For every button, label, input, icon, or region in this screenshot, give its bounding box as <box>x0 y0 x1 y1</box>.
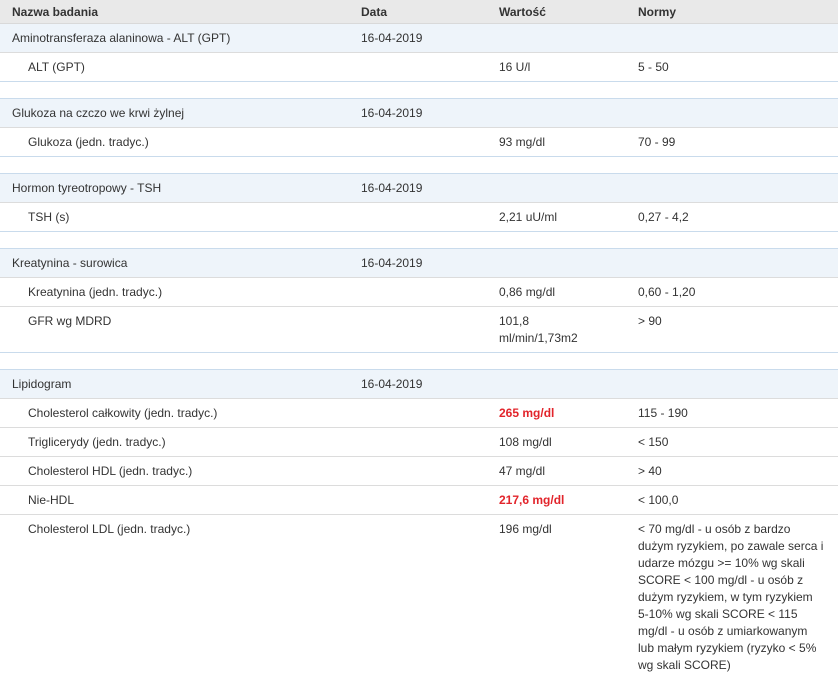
test-group-row[interactable]: Glukoza na czczo we krwi żylnej16-04-201… <box>0 99 838 128</box>
test-group-norm <box>626 370 838 399</box>
test-group-row[interactable]: Lipidogram16-04-2019 <box>0 370 838 399</box>
result-name: Cholesterol LDL (jedn. tradyc.) <box>0 515 349 679</box>
result-value: 108 mg/dl <box>487 428 626 457</box>
group-separator <box>0 157 838 174</box>
test-group-name: Hormon tyreotropowy - TSH <box>0 174 349 203</box>
col-header-norm[interactable]: Normy <box>626 0 838 24</box>
test-group-norm <box>626 174 838 203</box>
result-norm: < 100,0 <box>626 486 838 515</box>
result-date <box>349 203 487 232</box>
test-group-date: 16-04-2019 <box>349 249 487 278</box>
result-value: 101,8 ml/min/1,73m2 <box>487 307 626 353</box>
test-group-row[interactable]: Kreatynina - surowica16-04-2019 <box>0 249 838 278</box>
test-group-value <box>487 249 626 278</box>
result-row: Nie-HDL 217,6 mg/dl< 100,0 <box>0 486 838 515</box>
result-name: Cholesterol całkowity (jedn. tradyc.) <box>0 399 349 428</box>
result-name: GFR wg MDRD <box>0 307 349 353</box>
result-row: Kreatynina (jedn. tradyc.) 0,86 mg/dl0,60… <box>0 278 838 307</box>
result-value: 196 mg/dl <box>487 515 626 679</box>
result-value: 16 U/l <box>487 53 626 82</box>
group-separator <box>0 353 838 370</box>
result-date <box>349 515 487 679</box>
test-group-date: 16-04-2019 <box>349 24 487 53</box>
result-value: 47 mg/dl <box>487 457 626 486</box>
test-group-name: Aminotransferaza alaninowa - ALT (GPT) <box>0 24 349 53</box>
result-norm: > 90 <box>626 307 838 353</box>
result-row: TSH (s) 2,21 uU/ml0,27 - 4,2 <box>0 203 838 232</box>
result-date <box>349 428 487 457</box>
result-date <box>349 53 487 82</box>
result-norm: < 70 mg/dl - u osób z bardzo dużym ryzyk… <box>626 515 838 679</box>
test-group-value <box>487 174 626 203</box>
result-date <box>349 128 487 157</box>
test-group-value <box>487 370 626 399</box>
separator-cell <box>0 353 838 370</box>
result-row: Cholesterol LDL (jedn. tradyc.) 196 mg/dl… <box>0 515 838 679</box>
test-group-value <box>487 99 626 128</box>
result-name: ALT (GPT) <box>0 53 349 82</box>
result-value: 0,86 mg/dl <box>487 278 626 307</box>
result-date <box>349 399 487 428</box>
result-date <box>349 307 487 353</box>
group-separator <box>0 232 838 249</box>
result-date <box>349 486 487 515</box>
test-group-norm <box>626 249 838 278</box>
result-name: TSH (s) <box>0 203 349 232</box>
result-value: 93 mg/dl <box>487 128 626 157</box>
result-name: Glukoza (jedn. tradyc.) <box>0 128 349 157</box>
test-group-name: Kreatynina - surowica <box>0 249 349 278</box>
result-value: 217,6 mg/dl <box>487 486 626 515</box>
test-group-date: 16-04-2019 <box>349 99 487 128</box>
test-group-name: Lipidogram <box>0 370 349 399</box>
result-row: Triglicerydy (jedn. tradyc.) 108 mg/dl< 1… <box>0 428 838 457</box>
test-group-date: 16-04-2019 <box>349 370 487 399</box>
result-row: Cholesterol całkowity (jedn. tradyc.) 265… <box>0 399 838 428</box>
test-group-row[interactable]: Hormon tyreotropowy - TSH16-04-2019 <box>0 174 838 203</box>
result-name: Triglicerydy (jedn. tradyc.) <box>0 428 349 457</box>
result-row: Glukoza (jedn. tradyc.) 93 mg/dl70 - 99 <box>0 128 838 157</box>
separator-cell <box>0 232 838 249</box>
results-body: Aminotransferaza alaninowa - ALT (GPT)16… <box>0 24 838 679</box>
result-date <box>349 457 487 486</box>
result-row: ALT (GPT) 16 U/l5 - 50 <box>0 53 838 82</box>
result-norm: 5 - 50 <box>626 53 838 82</box>
col-header-date[interactable]: Data <box>349 0 487 24</box>
test-group-date: 16-04-2019 <box>349 174 487 203</box>
test-group-name: Glukoza na czczo we krwi żylnej <box>0 99 349 128</box>
result-value: 265 mg/dl <box>487 399 626 428</box>
group-separator <box>0 82 838 99</box>
col-header-name[interactable]: Nazwa badania <box>0 0 349 24</box>
result-name: Cholesterol HDL (jedn. tradyc.) <box>0 457 349 486</box>
test-group-value <box>487 24 626 53</box>
results-table: Nazwa badania Data Wartość Normy Aminotr… <box>0 0 838 679</box>
result-norm: 70 - 99 <box>626 128 838 157</box>
result-norm: 0,60 - 1,20 <box>626 278 838 307</box>
col-header-value[interactable]: Wartość <box>487 0 626 24</box>
test-group-row[interactable]: Aminotransferaza alaninowa - ALT (GPT)16… <box>0 24 838 53</box>
test-group-norm <box>626 24 838 53</box>
result-row: Cholesterol HDL (jedn. tradyc.) 47 mg/dl>… <box>0 457 838 486</box>
test-group-norm <box>626 99 838 128</box>
result-row: GFR wg MDRD 101,8 ml/min/1,73m2> 90 <box>0 307 838 353</box>
result-date <box>349 278 487 307</box>
result-norm: 115 - 190 <box>626 399 838 428</box>
result-value: 2,21 uU/ml <box>487 203 626 232</box>
separator-cell <box>0 82 838 99</box>
result-name: Kreatynina (jedn. tradyc.) <box>0 278 349 307</box>
result-norm: < 150 <box>626 428 838 457</box>
header-row: Nazwa badania Data Wartość Normy <box>0 0 838 24</box>
result-norm: 0,27 - 4,2 <box>626 203 838 232</box>
separator-cell <box>0 157 838 174</box>
result-name: Nie-HDL <box>0 486 349 515</box>
result-norm: > 40 <box>626 457 838 486</box>
